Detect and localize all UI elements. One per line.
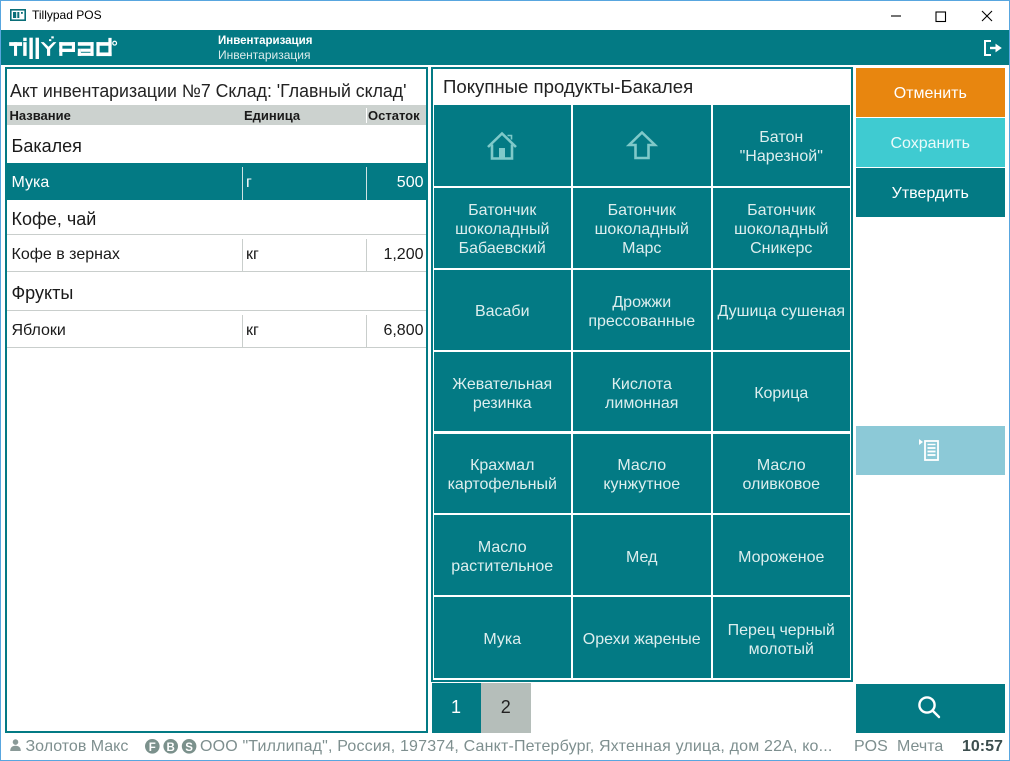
svg-text:F: F bbox=[148, 742, 155, 754]
svg-text:B: B bbox=[166, 742, 174, 754]
svg-text:S: S bbox=[185, 742, 193, 754]
